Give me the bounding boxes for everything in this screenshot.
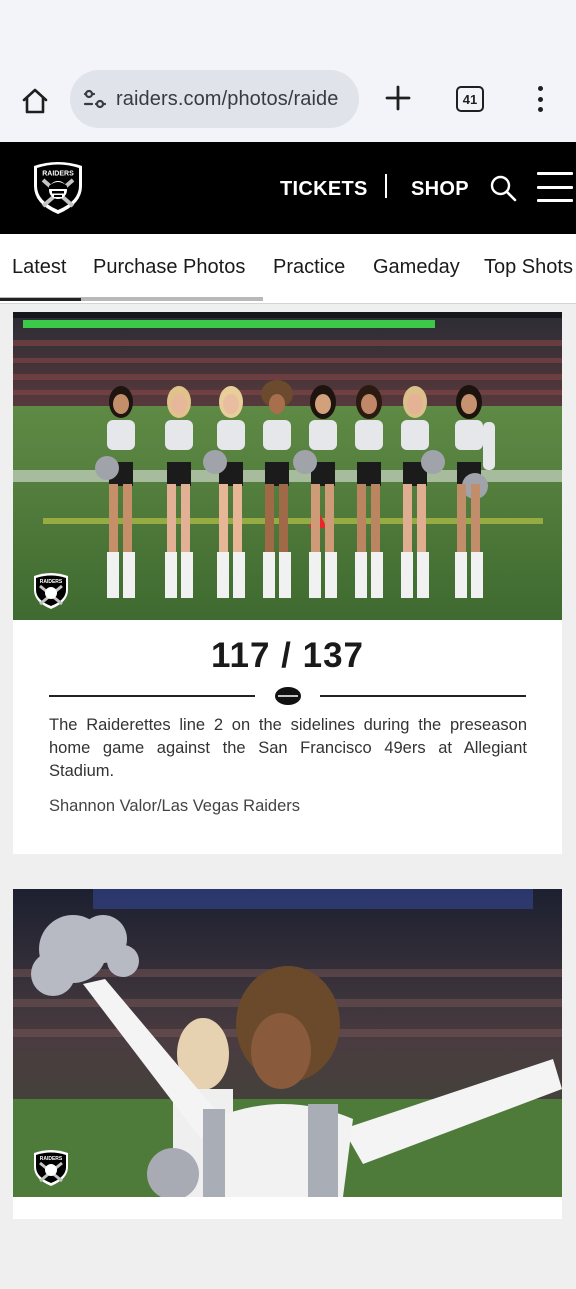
hamburger-menu-icon[interactable] [537,172,573,202]
svg-text:RAIDERS: RAIDERS [40,1156,63,1162]
home-button[interactable] [14,80,56,122]
photo-credit: Shannon Valor/Las Vegas Raiders [49,797,301,815]
site-header: RAIDERS TICKETS SHOP [0,142,576,234]
svg-text:RAIDERS: RAIDERS [40,579,63,585]
overflow-menu-icon[interactable] [528,82,552,116]
site-settings-icon[interactable] [82,86,108,112]
status-bar [0,0,576,56]
logo-wordmark: RAIDERS [42,171,74,178]
raiders-watermark-logo: RAIDERS [34,1150,68,1186]
photo-counter: 117 / 137 [210,636,365,675]
football-icon [275,687,301,705]
address-bar[interactable]: raiders.com/photos/raide [70,70,359,128]
gallery-photo[interactable]: RAIDERS [13,312,562,620]
tab-practice[interactable]: Practice [273,256,345,279]
raiders-watermark-logo: RAIDERS [34,573,68,609]
home-icon [22,88,48,114]
gallery-card: RAIDERS [13,889,562,1219]
tab-count: 41 [462,91,478,107]
category-tabs: Latest Purchase Photos Practice Gameday … [0,234,576,304]
tab-switcher-button[interactable]: 41 [456,86,484,112]
gallery-photo[interactable]: RAIDERS [13,889,562,1197]
nav-shop-link[interactable]: SHOP [411,178,469,201]
divider-left [49,695,255,697]
active-tab-underline [0,298,81,301]
nav-divider [385,174,387,198]
nav-tickets-link[interactable]: TICKETS [280,178,368,201]
tab-purchase-photos[interactable]: Purchase Photos [93,256,245,279]
tab-latest[interactable]: Latest [12,256,66,279]
browser-toolbar: raiders.com/photos/raide 41 [0,56,576,142]
url-text[interactable]: raiders.com/photos/raide [116,88,339,111]
divider-right [320,695,526,697]
cheerleader-closeup-photo [13,889,562,1197]
cheerleaders-line-photo [13,312,562,620]
raiders-shield-logo[interactable]: RAIDERS [30,158,86,216]
search-icon[interactable] [489,174,517,202]
photo-caption: The Raiderettes line 2 on the sidelines … [49,716,527,780]
new-tab-plus-icon[interactable] [380,80,416,116]
tab-gameday[interactable]: Gameday [373,256,460,279]
tab-top-shots[interactable]: Top Shots [484,256,573,279]
gallery-card: RAIDERS 117 / 137 The Raiderettes line 2… [13,312,562,854]
